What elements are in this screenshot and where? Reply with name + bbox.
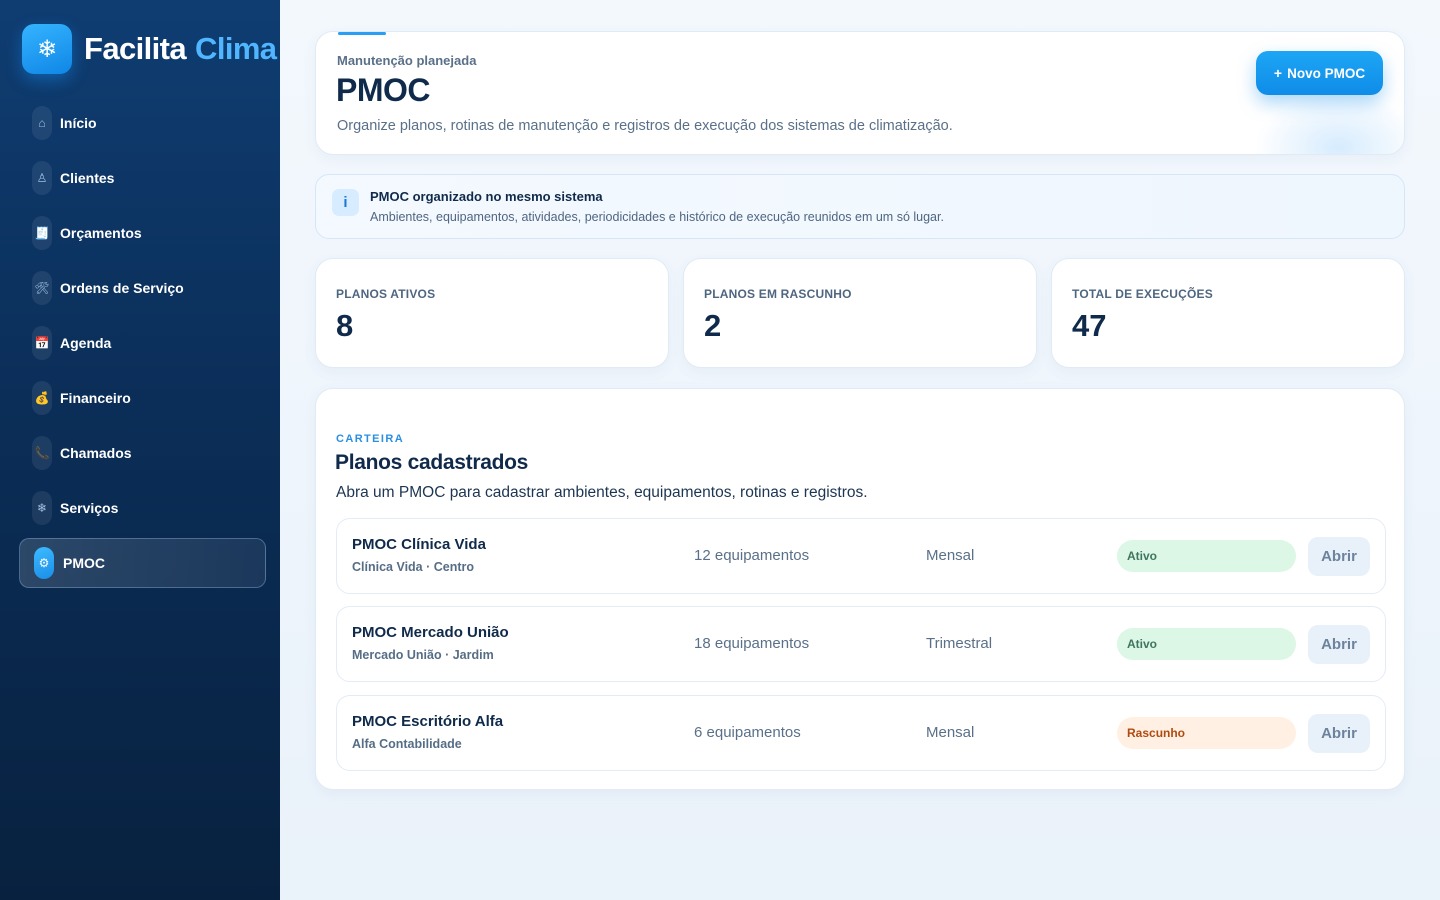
- status-badge: Ativo: [1117, 540, 1296, 572]
- plan-equipment-count: 18 equipamentos: [694, 635, 810, 652]
- open-plan-button[interactable]: Abrir: [1308, 537, 1370, 576]
- page-eyebrow: Manutenção planejada: [337, 53, 477, 68]
- list-description: Abra um PMOC para cadastrar ambientes, e…: [336, 484, 868, 501]
- sidebar-item-clientes[interactable]: ♙ Clientes: [19, 153, 266, 203]
- user-icon: ♙: [32, 161, 52, 195]
- sidebar-item-chamados[interactable]: 📞 Chamados: [19, 428, 266, 478]
- sidebar-item-label: Financeiro: [60, 390, 131, 406]
- plan-name: PMOC Escritório Alfa: [352, 713, 504, 730]
- sidebar-item-label: Início: [60, 115, 97, 131]
- sidebar-item-label: Clientes: [60, 170, 115, 186]
- sidebar-item-ordens-de-servico[interactable]: 🛠 Ordens de Serviço: [19, 263, 266, 313]
- open-plan-button[interactable]: Abrir: [1308, 625, 1370, 664]
- new-pmoc-label: Novo PMOC: [1287, 65, 1366, 81]
- sidebar-item-inicio[interactable]: ⌂ Início: [19, 98, 266, 148]
- brand-name: Facilita Clima: [84, 31, 277, 67]
- header-glow: [1254, 92, 1404, 154]
- sidebar: ❄ Facilita Clima ⌂ Início ♙ Clientes 🧾 Or…: [0, 0, 280, 900]
- stat-card-draft-plans: PLANOS EM RASCUNHO 2: [683, 258, 1037, 368]
- plan-name: PMOC Mercado União: [352, 624, 509, 641]
- plan-name: PMOC Clínica Vida: [352, 536, 486, 553]
- snowflake-icon: ❄: [22, 24, 72, 74]
- open-plan-button[interactable]: Abrir: [1308, 714, 1370, 753]
- page-description: Organize planos, rotinas de manutenção e…: [337, 118, 953, 134]
- sidebar-item-label: PMOC: [63, 555, 105, 571]
- header-accent-bar: [338, 32, 386, 35]
- sidebar-item-orcamentos[interactable]: 🧾 Orçamentos: [19, 208, 266, 258]
- phone-icon: 📞: [32, 436, 52, 470]
- money-bag-icon: 💰: [32, 381, 52, 415]
- sidebar-item-financeiro[interactable]: 💰 Financeiro: [19, 373, 266, 423]
- status-badge: Rascunho: [1117, 717, 1296, 749]
- plan-periodicity: Mensal: [926, 724, 975, 741]
- gear-icon: ⚙: [34, 547, 54, 579]
- plan-client: Mercado União · Jardim: [352, 648, 494, 662]
- page-header: Manutenção planejada PMOC Organize plano…: [315, 31, 1405, 155]
- plans-list-card: CARTEIRA Planos cadastrados Abra um PMOC…: [315, 388, 1405, 790]
- stat-value: 8: [336, 308, 354, 343]
- plan-row[interactable]: PMOC Escritório Alfa Alfa Contabilidade …: [336, 695, 1386, 771]
- list-eyebrow: CARTEIRA: [336, 433, 405, 445]
- stat-label: PLANOS EM RASCUNHO: [704, 287, 852, 301]
- info-icon: i: [332, 189, 359, 216]
- plan-row[interactable]: PMOC Clínica Vida Clínica Vida · Centro …: [336, 518, 1386, 594]
- brand-name-main: Facilita: [84, 31, 187, 66]
- sidebar-item-agenda[interactable]: 📅 Agenda: [19, 318, 266, 368]
- stat-label: TOTAL DE EXECUÇÕES: [1072, 287, 1213, 301]
- tools-icon: 🛠: [32, 271, 52, 305]
- plan-periodicity: Mensal: [926, 547, 975, 564]
- stat-card-active-plans: PLANOS ATIVOS 8: [315, 258, 669, 368]
- new-pmoc-button[interactable]: + Novo PMOC: [1256, 51, 1383, 95]
- plan-equipment-count: 6 equipamentos: [694, 724, 801, 741]
- sidebar-item-label: Ordens de Serviço: [60, 280, 184, 296]
- stat-value: 2: [704, 308, 722, 343]
- plan-periodicity: Trimestral: [926, 635, 993, 652]
- stat-card-total-executions: TOTAL DE EXECUÇÕES 47: [1051, 258, 1405, 368]
- info-text: Ambientes, equipamentos, atividades, per…: [370, 210, 944, 224]
- receipt-icon: 🧾: [32, 216, 52, 250]
- page-title: PMOC: [336, 72, 431, 108]
- sidebar-item-label: Agenda: [60, 335, 112, 351]
- plan-client: Alfa Contabilidade: [352, 737, 462, 751]
- sidebar-item-servicos[interactable]: ❄ Serviços: [19, 483, 266, 533]
- stat-value: 47: [1072, 308, 1107, 343]
- info-title: PMOC organizado no mesmo sistema: [370, 189, 603, 204]
- sidebar-item-label: Chamados: [60, 445, 132, 461]
- info-banner: i PMOC organizado no mesmo sistema Ambie…: [315, 174, 1405, 239]
- calendar-icon: 📅: [32, 326, 52, 360]
- sidebar-item-pmoc[interactable]: ⚙ PMOC: [19, 538, 266, 588]
- stat-label: PLANOS ATIVOS: [336, 287, 436, 301]
- brand[interactable]: ❄ Facilita Clima: [22, 24, 277, 74]
- plan-row[interactable]: PMOC Mercado União Mercado União · Jardi…: [336, 606, 1386, 682]
- plan-equipment-count: 12 equipamentos: [694, 547, 810, 564]
- sidebar-nav: ⌂ Início ♙ Clientes 🧾 Orçamentos 🛠 Orden…: [19, 98, 266, 593]
- brand-name-accent: Clima: [195, 31, 277, 66]
- plan-client: Clínica Vida · Centro: [352, 560, 475, 574]
- snowflake-icon: ❄: [32, 491, 52, 525]
- plus-icon: +: [1273, 65, 1283, 81]
- home-icon: ⌂: [32, 106, 52, 140]
- list-title: Planos cadastrados: [335, 451, 529, 474]
- sidebar-item-label: Serviços: [60, 500, 119, 516]
- status-badge: Ativo: [1117, 628, 1296, 660]
- sidebar-item-label: Orçamentos: [60, 225, 142, 241]
